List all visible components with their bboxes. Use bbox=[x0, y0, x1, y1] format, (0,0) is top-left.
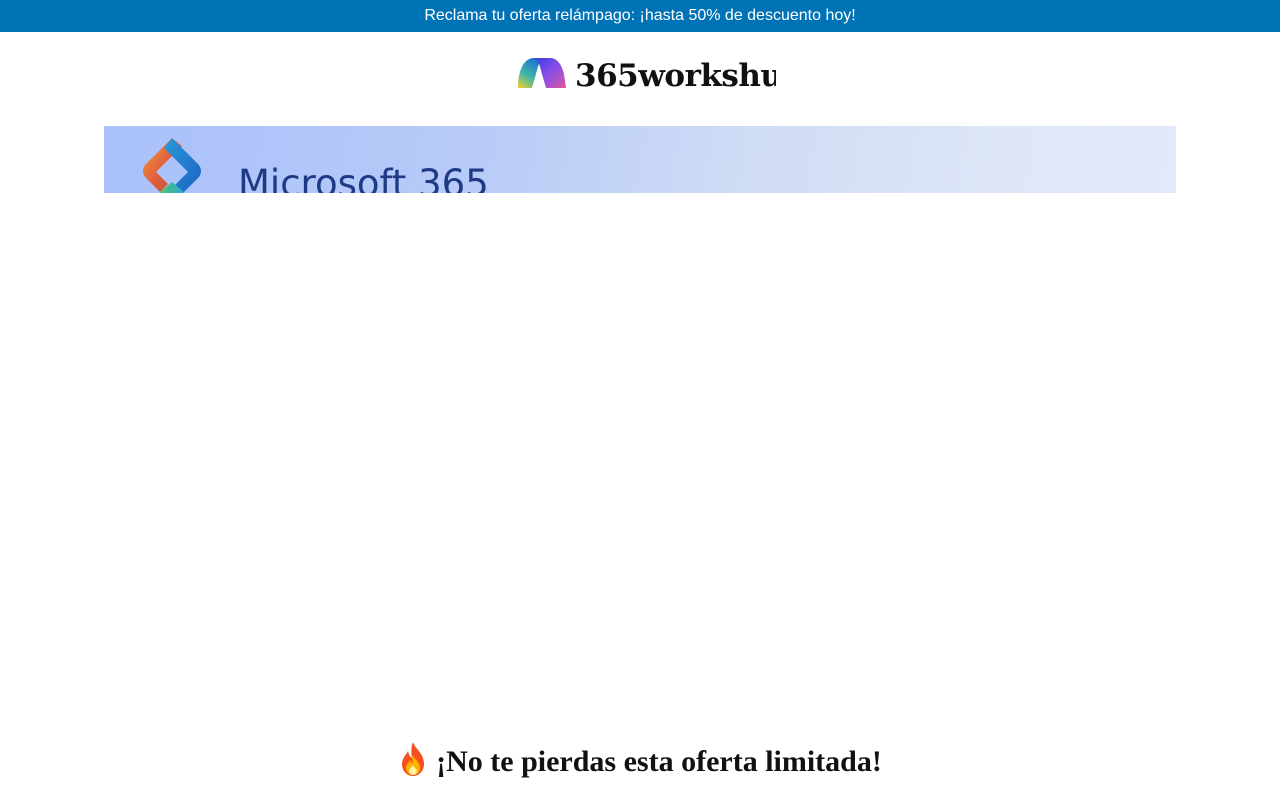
logo-text: 365workshub bbox=[575, 58, 776, 88]
site-logo[interactable]: 365workshub bbox=[516, 52, 776, 88]
promo-bar[interactable]: Reclama tu oferta relámpago: ¡hasta 50% … bbox=[0, 0, 1280, 32]
offer-heading: ¡No te pierdas esta oferta limitada! bbox=[0, 740, 1280, 784]
fire-icon bbox=[402, 742, 425, 776]
microsoft-365-logo-icon bbox=[143, 138, 201, 193]
promo-bar-text: Reclama tu oferta relámpago: ¡hasta 50% … bbox=[424, 7, 856, 24]
offer-heading-text: ¡No te pierdas esta oferta limitada! bbox=[436, 745, 882, 778]
copilot-logo-icon bbox=[518, 58, 566, 88]
hero-banner: Microsoft 365 bbox=[104, 126, 1176, 193]
banner-title: Microsoft 365 bbox=[238, 162, 489, 193]
